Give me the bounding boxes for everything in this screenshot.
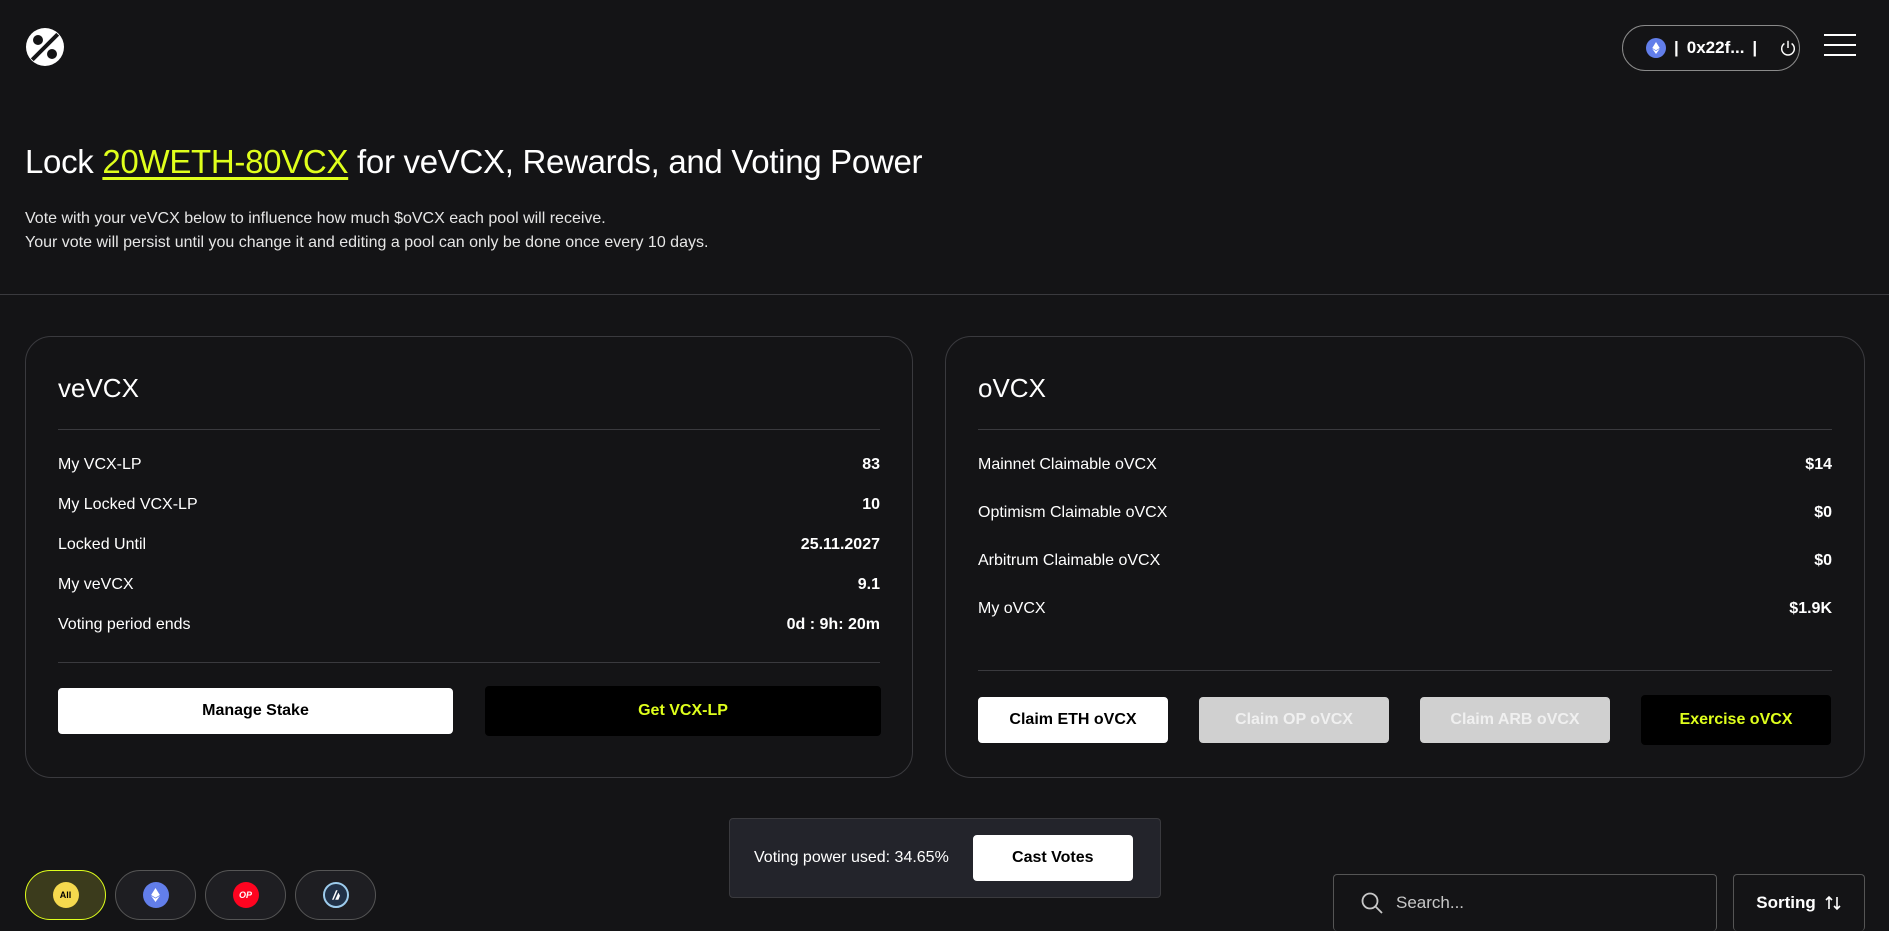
wallet-separator: | [1674,38,1679,57]
stat-row: My oVCX $1.9K [978,597,1832,621]
stat-value: $0 [1814,504,1832,521]
cast-votes-button[interactable]: Cast Votes [972,835,1133,881]
stat-label: My VCX-LP [58,456,142,473]
card-divider [58,662,880,663]
stat-value: $14 [1805,456,1832,473]
ethereum-icon [142,882,169,908]
card-divider [978,429,1832,430]
wallet-separator: | [1752,38,1758,57]
voting-power-used: Voting power used: 34.65% [754,849,949,866]
claim-eth-ovcx-button[interactable]: Claim ETH oVCX [978,697,1168,743]
search-box [1333,874,1717,931]
title-prefix: Lock [25,143,103,180]
stat-label: My Locked VCX-LP [58,496,198,513]
sort-arrows-icon [1825,895,1841,911]
voting-power-panel: Voting power used: 34.65% Cast Votes [729,818,1161,898]
stat-value: 83 [862,456,880,473]
stat-label: My veVCX [58,576,134,593]
power-icon[interactable] [1779,39,1797,57]
claim-op-ovcx-button[interactable]: Claim OP oVCX [1199,697,1389,743]
ethereum-icon [1646,38,1666,58]
stat-row: Optimism Claimable oVCX $0 [978,501,1832,525]
card-divider [58,429,880,430]
stat-row: Mainnet Claimable oVCX $14 [978,453,1832,477]
ovcx-card: oVCX Mainnet Claimable oVCX $14 Optimism… [945,336,1865,778]
page-description: Vote with your veVCX below to influence … [25,207,708,255]
arbitrum-icon [322,882,349,908]
filter-all-chains[interactable]: All [25,870,106,920]
stat-value: 10 [862,496,880,513]
stat-row: My VCX-LP 83 [58,453,880,477]
stat-row: Arbitrum Claimable oVCX $0 [978,549,1832,573]
stat-row: My Locked VCX-LP 10 [58,493,880,517]
logo[interactable] [25,27,65,67]
stat-value: 25.11.2027 [800,536,880,553]
filter-ethereum[interactable] [115,870,196,920]
hamburger-menu-icon[interactable] [1824,34,1856,58]
all-chains-icon: All [52,882,79,908]
card-divider [978,670,1832,671]
description-line: Your vote will persist until you change … [25,234,709,251]
sorting-label: Sorting [1756,893,1816,912]
search-icon [1361,892,1383,914]
stat-label: Arbitrum Claimable oVCX [978,552,1161,569]
description-line: Vote with your veVCX below to influence … [25,210,606,227]
stat-label: My oVCX [978,600,1046,617]
sorting-button[interactable]: Sorting [1733,874,1865,931]
stat-row: My veVCX 9.1 [58,573,880,597]
page-title: Lock 20WETH-80VCX for veVCX, Rewards, an… [25,143,923,181]
stat-label: Mainnet Claimable oVCX [978,456,1157,473]
stat-row: Voting period ends 0d : 9h: 20m [58,613,880,637]
vevcx-card: veVCX My VCX-LP 83 My Locked VCX-LP 10 L… [25,336,913,778]
get-vcx-lp-button[interactable]: Get VCX-LP [485,686,881,736]
logo-icon [26,28,64,66]
filter-optimism[interactable]: OP [205,870,286,920]
exercise-ovcx-button[interactable]: Exercise oVCX [1641,695,1831,745]
title-suffix: for veVCX, Rewards, and Voting Power [348,143,923,180]
search-input[interactable] [1396,893,1696,913]
stat-label: Locked Until [58,536,147,553]
stat-label: Optimism Claimable oVCX [978,504,1168,521]
wallet-button[interactable]: | 0x22f... | [1622,25,1800,71]
manage-stake-button[interactable]: Manage Stake [58,688,453,734]
claim-arb-ovcx-button[interactable]: Claim ARB oVCX [1420,697,1610,743]
stat-value: $0 [1814,552,1832,569]
wallet-address: 0x22f... [1686,38,1745,57]
filter-arbitrum[interactable] [295,870,376,920]
stat-label: Voting period ends [58,616,191,633]
stat-value: $1.9K [1789,600,1832,617]
section-divider [0,294,1889,295]
optimism-icon: OP [232,882,259,908]
card-title: oVCX [978,373,1046,403]
card-title: veVCX [58,373,139,403]
stat-value: 0d : 9h: 20m [786,616,880,633]
lp-token-link[interactable]: 20WETH-80VCX [102,143,348,180]
stat-row: Locked Until 25.11.2027 [58,533,880,557]
stat-value: 9.1 [857,576,880,593]
